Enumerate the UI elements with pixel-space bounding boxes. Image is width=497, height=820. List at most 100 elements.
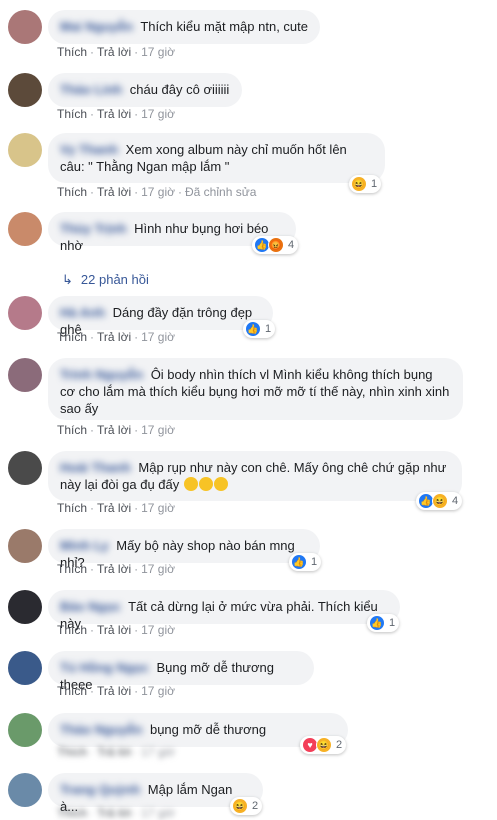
comment-text: cháu đây cô ơiiiiii xyxy=(129,82,230,97)
like-reaction-icon: 👍 xyxy=(291,554,307,570)
like-link[interactable]: Thích xyxy=(57,330,87,344)
commenter-name[interactable]: Bảo Ngọc xyxy=(60,599,121,614)
like-reaction-icon: 👍 xyxy=(245,321,261,337)
reply-link[interactable]: Trả lời xyxy=(97,107,131,121)
like-link[interactable]: Thích xyxy=(57,806,87,820)
comment-actions: Thích · Trả lời · 17 giờ xyxy=(57,45,175,59)
comment-bubble: Vy Thanh Xem xong album này chỉ muốn hốt… xyxy=(48,133,385,183)
reaction-count: 1 xyxy=(371,178,378,190)
reaction-summary[interactable]: 👍 1 xyxy=(243,320,276,338)
replies-count: 22 phản hồi xyxy=(80,272,149,287)
commenter-name[interactable]: Trinh Nguyễn xyxy=(60,367,143,382)
reply-link[interactable]: Trả lời xyxy=(97,745,131,759)
like-link[interactable]: Thích xyxy=(57,684,87,698)
comment-time[interactable]: 17 giờ xyxy=(141,684,175,698)
commenter-name[interactable]: Tú Hồng Ngọc xyxy=(60,660,149,675)
comment-actions: Thích · Trả lời · 17 giờ xyxy=(57,806,175,820)
comment-actions: Thích · Trả lời · 17 giờ xyxy=(57,107,175,121)
comment-actions: Thích · Trả lời · 17 giờ xyxy=(57,745,175,759)
reaction-count: 2 xyxy=(252,800,259,812)
like-link[interactable]: Thích xyxy=(57,623,87,637)
comment-bubble: Hoài Thanh Mập rụp như này con chê. Mấy … xyxy=(48,451,462,501)
commenter-name[interactable]: Hà Anh xyxy=(60,305,105,320)
like-link[interactable]: Thích xyxy=(57,423,87,437)
edited-label[interactable]: Đã chỉnh sửa xyxy=(185,185,256,199)
comment-bubble: Minh Ly Mấy bộ này shop nào bán mng nhỉ? xyxy=(48,529,320,570)
avatar[interactable] xyxy=(8,133,42,167)
comment-time[interactable]: 17 giờ xyxy=(141,330,175,344)
avatar[interactable] xyxy=(8,73,42,107)
avatar[interactable] xyxy=(8,212,42,246)
like-link[interactable]: Thích xyxy=(57,45,87,59)
like-link[interactable]: Thích xyxy=(57,562,87,576)
reaction-summary[interactable]: ♥ 😆 2 xyxy=(300,736,347,754)
reaction-summary[interactable]: 👍 😆 4 xyxy=(416,492,463,510)
view-replies-link[interactable]: ↳ 22 phản hồi xyxy=(62,272,149,288)
reaction-summary[interactable]: 👍 1 xyxy=(367,614,400,632)
reply-link[interactable]: Trả lời xyxy=(97,806,131,820)
comment-time[interactable]: 17 giờ xyxy=(141,185,175,199)
reaction-summary[interactable]: 😆 1 xyxy=(349,175,382,193)
comment-time[interactable]: 17 giờ xyxy=(141,806,175,820)
comment-time[interactable]: 17 giờ xyxy=(141,45,175,59)
reaction-summary[interactable]: 😆 2 xyxy=(230,797,263,815)
reply-link[interactable]: Trả lời xyxy=(97,562,131,576)
reaction-count: 4 xyxy=(288,239,295,251)
reaction-count: 1 xyxy=(311,556,318,568)
comment-bubble: Hà Anh Dáng đầy đặn trông đẹp ghê xyxy=(48,296,273,337)
comment-bubble: Thảo Linh cháu đây cô ơiiiiii xyxy=(48,73,242,107)
like-link[interactable]: Thích xyxy=(57,501,87,515)
reaction-summary[interactable]: 👍 😡 4 xyxy=(252,236,299,254)
comment-bubble: Trinh Nguyễn Ôi body nhìn thích vl Mình … xyxy=(48,358,463,420)
reply-link[interactable]: Trả lời xyxy=(97,185,131,199)
reply-link[interactable]: Trả lời xyxy=(97,330,131,344)
comment-bubble: Tú Hồng Ngọc Bụng mỡ dễ thương theee xyxy=(48,651,314,692)
comment-time[interactable]: 17 giờ xyxy=(141,745,175,759)
avatar[interactable] xyxy=(8,773,42,807)
like-link[interactable]: Thích xyxy=(57,107,87,121)
comment-bubble: Bảo Ngọc Tất cả dừng lại ở mức vừa phải.… xyxy=(48,590,400,631)
smirk-emoji-icon xyxy=(198,477,213,491)
commenter-name[interactable]: Mai Nguyễn xyxy=(60,19,133,34)
avatar[interactable] xyxy=(8,713,42,747)
reply-link[interactable]: Trả lời xyxy=(97,623,131,637)
smirk-emoji-icon xyxy=(213,477,228,491)
avatar[interactable] xyxy=(8,358,42,392)
commenter-name[interactable]: Hoài Thanh xyxy=(60,460,131,475)
commenter-name[interactable]: Thảo Linh xyxy=(60,82,122,97)
avatar[interactable] xyxy=(8,296,42,330)
haha-reaction-icon: 😆 xyxy=(432,493,448,509)
comment-actions: Thích · Trả lời · 17 giờ xyxy=(57,501,175,515)
avatar[interactable] xyxy=(8,651,42,685)
comment-time[interactable]: 17 giờ xyxy=(141,423,175,437)
commenter-name[interactable]: Minh Ly xyxy=(60,538,109,553)
reaction-count: 4 xyxy=(452,495,459,507)
comment-time[interactable]: 17 giờ xyxy=(141,623,175,637)
comment-bubble: Mai Nguyễn Thích kiểu mặt mập ntn, cute xyxy=(48,10,320,44)
comment-actions: Thích · Trả lời · 17 giờ xyxy=(57,423,175,437)
reply-link[interactable]: Trả lời xyxy=(97,501,131,515)
avatar[interactable] xyxy=(8,451,42,485)
reaction-summary[interactable]: 👍 1 xyxy=(289,553,322,571)
commenter-name[interactable]: Thảo Nguyễn xyxy=(60,722,142,737)
reply-arrow-icon: ↳ xyxy=(62,272,73,287)
haha-reaction-icon: 😆 xyxy=(316,737,332,753)
commenter-name[interactable]: Vy Thanh xyxy=(60,142,118,157)
like-link[interactable]: Thích xyxy=(57,745,87,759)
comment-time[interactable]: 17 giờ xyxy=(141,107,175,121)
avatar[interactable] xyxy=(8,10,42,44)
avatar[interactable] xyxy=(8,529,42,563)
commenter-name[interactable]: Thùy Trịnh xyxy=(60,221,126,236)
reply-link[interactable]: Trả lời xyxy=(97,45,131,59)
reply-link[interactable]: Trả lời xyxy=(97,423,131,437)
haha-reaction-icon: 😆 xyxy=(351,176,367,192)
avatar[interactable] xyxy=(8,590,42,624)
comment-time[interactable]: 17 giờ xyxy=(141,501,175,515)
commenter-name[interactable]: Trang Quỳnh xyxy=(60,782,140,797)
comment-time[interactable]: 17 giờ xyxy=(141,562,175,576)
comment-actions: Thích · Trả lời · 17 giờ xyxy=(57,330,175,344)
angry-reaction-icon: 😡 xyxy=(268,237,284,253)
reply-link[interactable]: Trả lời xyxy=(97,684,131,698)
comment-actions: Thích · Trả lời · 17 giờ xyxy=(57,623,175,637)
like-link[interactable]: Thích xyxy=(57,185,87,199)
